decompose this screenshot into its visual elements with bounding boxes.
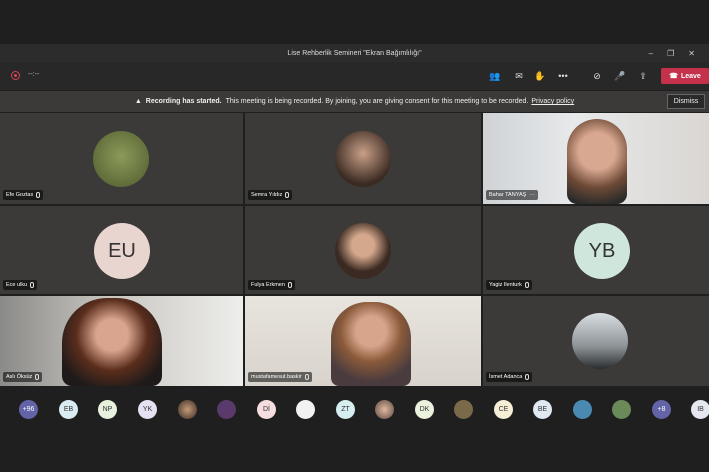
mic-icon: [304, 374, 309, 380]
avatar[interactable]: YK: [138, 400, 157, 419]
mic-icon: [30, 282, 35, 288]
participants-icon[interactable]: 👥: [489, 70, 501, 82]
title-bar: Lise Rehberlik Semineri "Ekran Bağımlılı…: [0, 44, 709, 62]
banner-text: This meeting is being recorded. By joini…: [225, 98, 529, 105]
phone-icon: ☎: [669, 73, 678, 80]
minimize-icon[interactable]: –: [649, 49, 653, 58]
meeting-toolbar: --:-- 👥 ✉ ✋ ••• ⊘ 🎤 ⇪: [0, 62, 709, 90]
chat-icon[interactable]: ✉: [513, 70, 525, 82]
video-tile[interactable]: Efe Goztas: [0, 113, 243, 204]
avatar[interactable]: BE: [533, 400, 552, 419]
participant-name: Fulya Erkmen: [248, 280, 295, 290]
avatar[interactable]: [573, 400, 592, 419]
mic-icon: [525, 374, 530, 380]
video-tile[interactable]: Semra Yıldız: [245, 113, 481, 204]
avatar: [335, 131, 391, 187]
close-icon[interactable]: ✕: [688, 49, 695, 58]
video-tile[interactable]: mustafamesut.baskir: [245, 296, 481, 386]
participant-name: Aslı Öksüz: [3, 372, 43, 382]
video-tile[interactable]: Bahar TANYAŞ ···: [483, 113, 709, 204]
participant-name: Semra Yıldız: [248, 190, 293, 200]
participant-strip: +96 EB NP YK Dİ ZT DK CE BE +8 IB: [0, 391, 709, 427]
participant-name: Efe Goztas: [3, 190, 44, 200]
raise-hand-icon[interactable]: ✋: [534, 70, 546, 82]
video-feed: [567, 119, 627, 204]
more-options-icon[interactable]: ···: [529, 192, 535, 198]
avatar: [93, 131, 149, 187]
warning-icon: ▲: [134, 98, 142, 105]
avatar: [335, 223, 391, 279]
video-tile[interactable]: YB Yagiz Ilenturk: [483, 206, 709, 294]
avatar: YB: [574, 223, 630, 279]
avatar: [572, 313, 628, 369]
mic-icon: [285, 192, 290, 198]
avatar[interactable]: ZT: [336, 400, 355, 419]
recording-icon: [11, 71, 20, 80]
mic-icon: [35, 374, 40, 380]
participant-name: Yagiz Ilenturk: [486, 280, 532, 290]
avatar[interactable]: [217, 400, 236, 419]
video-tile[interactable]: Fulya Erkmen: [245, 206, 481, 294]
video-tile[interactable]: EU Ece ulku: [0, 206, 243, 294]
maximize-icon[interactable]: ❐: [667, 49, 674, 58]
avatar[interactable]: Dİ: [257, 400, 276, 419]
dismiss-button[interactable]: Dismiss: [667, 94, 705, 109]
avatar[interactable]: [296, 400, 315, 419]
avatar[interactable]: EB: [59, 400, 78, 419]
leave-label: Leave: [680, 72, 701, 80]
video-tile[interactable]: Aslı Öksüz: [0, 296, 243, 386]
avatar[interactable]: [454, 400, 473, 419]
participant-name: mustafamesut.baskir: [248, 372, 312, 382]
mic-icon: [524, 282, 529, 288]
mic-icon: [36, 192, 41, 198]
participant-name: İsmet Adanca: [486, 372, 533, 382]
participant-name: Bahar TANYAŞ ···: [486, 190, 538, 200]
more-actions-icon[interactable]: •••: [557, 70, 569, 82]
meeting-window: Lise Rehberlik Semineri "Ekran Bağımlılı…: [0, 0, 709, 472]
avatar[interactable]: NP: [98, 400, 117, 419]
overflow-count[interactable]: +96: [19, 400, 38, 419]
recording-banner: ▲ Recording has started. This meeting is…: [0, 91, 709, 112]
share-screen-icon[interactable]: ⇪: [637, 70, 649, 82]
banner-title: Recording has started.: [145, 98, 222, 105]
mic-icon: [287, 282, 292, 288]
avatar[interactable]: [612, 400, 631, 419]
video-feed: [62, 298, 162, 386]
participant-name: Ece ulku: [3, 280, 38, 290]
avatar[interactable]: IB: [691, 400, 709, 419]
meeting-timer: --:--: [28, 71, 40, 78]
window-controls: – ❐ ✕: [649, 44, 695, 62]
avatar: EU: [94, 223, 150, 279]
privacy-link[interactable]: Privacy policy: [531, 98, 574, 105]
leave-button[interactable]: ☎ Leave: [661, 68, 709, 84]
avatar[interactable]: [375, 400, 394, 419]
avatar[interactable]: CE: [494, 400, 513, 419]
camera-off-icon[interactable]: ⊘: [591, 70, 603, 82]
window-title: Lise Rehberlik Semineri "Ekran Bağımlılı…: [287, 49, 422, 57]
video-tile[interactable]: İsmet Adanca: [483, 296, 709, 386]
avatar[interactable]: DK: [415, 400, 434, 419]
avatar[interactable]: [178, 400, 197, 419]
mic-off-icon[interactable]: 🎤: [614, 70, 626, 82]
overflow-count[interactable]: +8: [652, 400, 671, 419]
video-feed: [331, 302, 411, 386]
